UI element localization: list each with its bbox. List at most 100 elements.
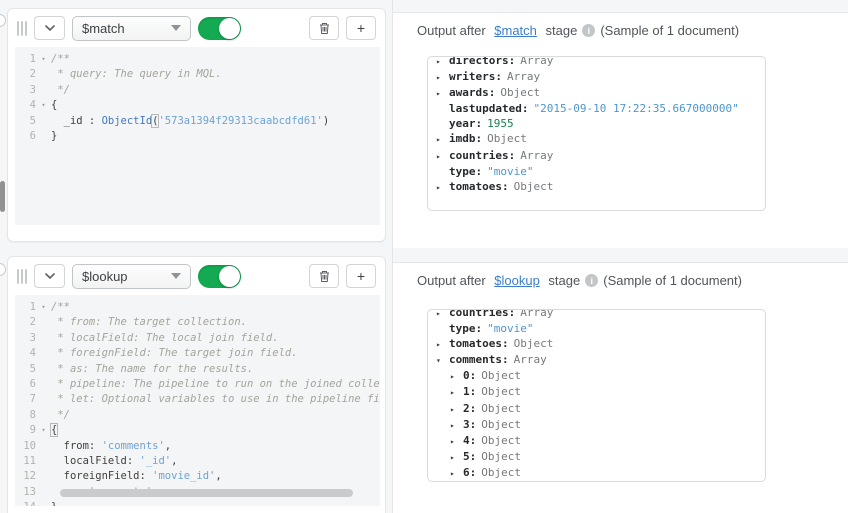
expand-caret-icon[interactable]: ▸ — [436, 56, 449, 69]
document-field-row: ▸awards:Object — [436, 85, 755, 101]
expand-caret-icon[interactable]: ▸ — [436, 86, 449, 101]
code-line[interactable]: 1▾/** — [15, 52, 380, 67]
toggle-knob — [219, 18, 240, 39]
code-line[interactable]: 2 * query: The query in MQL. — [15, 67, 380, 82]
stage-code-editor[interactable]: 1▾/**2 * query: The query in MQL.3 */4▾{… — [15, 47, 380, 225]
field-name: 1: — [463, 384, 476, 399]
code-fold-icon[interactable]: ▾ — [36, 423, 51, 438]
stage-doc-link[interactable]: $match — [494, 23, 537, 38]
code-line[interactable]: 8 */ — [15, 408, 380, 423]
stage-doc-link[interactable]: $lookup — [494, 273, 540, 288]
code-fold-gap — [36, 454, 51, 469]
field-value: "movie" — [487, 164, 533, 179]
expand-caret-icon[interactable]: ▸ — [436, 337, 449, 352]
expand-caret-icon[interactable]: ▸ — [436, 70, 449, 85]
expand-caret-icon[interactable]: ▸ — [450, 434, 463, 449]
output-header-prefix: Output after — [417, 23, 489, 38]
line-number: 11 — [15, 454, 36, 469]
dropdown-caret-icon — [171, 25, 181, 31]
field-name: 3: — [463, 417, 476, 432]
stage-enabled-toggle[interactable] — [198, 17, 241, 40]
field-value: "movie" — [487, 321, 533, 336]
field-value: Object — [481, 384, 521, 399]
code-text: * from: The target collection. — [51, 315, 247, 330]
field-value: Object — [500, 85, 540, 100]
expand-caret-icon[interactable]: ▸ — [450, 418, 463, 433]
sample-document-card: ▸directors:Array▸writers:Array▸awards:Ob… — [427, 56, 766, 211]
code-fold-gap — [36, 362, 51, 377]
add-stage-button[interactable]: + — [346, 16, 376, 40]
field-value: Object — [481, 433, 521, 448]
code-fold-icon[interactable]: ▾ — [36, 98, 51, 113]
field-name: writers: — [449, 69, 502, 84]
expand-caret-icon[interactable]: ▾ — [436, 353, 449, 368]
code-fold-gap — [36, 331, 51, 346]
stage-operator-select[interactable]: $match — [72, 16, 191, 41]
collapsed-add-stage-handle[interactable] — [0, 14, 6, 27]
collapse-stage-button[interactable] — [34, 264, 65, 288]
code-line[interactable]: 10 from: 'comments', — [15, 439, 380, 454]
expand-caret-icon[interactable]: ▸ — [436, 132, 449, 147]
code-text: /** — [51, 300, 70, 315]
drag-handle-icon[interactable] — [17, 269, 27, 284]
stage-enabled-toggle[interactable] — [198, 265, 241, 288]
code-line[interactable]: 6} — [15, 129, 380, 144]
expand-caret-icon[interactable]: ▸ — [450, 369, 463, 384]
code-line[interactable]: 7 * let: Optional variables to use in th… — [15, 392, 380, 407]
pipeline-stages-column: $match + 1▾/**2 * query: The query in MQ… — [0, 0, 393, 513]
field-name: 6: — [463, 465, 476, 480]
code-line[interactable]: 4▾{ — [15, 98, 380, 113]
delete-stage-button[interactable] — [309, 264, 339, 288]
code-line[interactable]: 6 * pipeline: The pipeline to run on the… — [15, 377, 380, 392]
info-icon[interactable]: i — [585, 274, 598, 287]
code-text: * pipeline: The pipeline to run on the j… — [51, 377, 380, 392]
stage-operator-label: $match — [82, 21, 125, 36]
line-number: 12 — [15, 469, 36, 484]
expand-caret-icon[interactable]: ▸ — [450, 402, 463, 417]
expand-caret-icon[interactable]: ▸ — [436, 149, 449, 164]
code-fold-gap — [36, 500, 51, 506]
code-fold-icon[interactable]: ▾ — [36, 300, 51, 315]
expand-caret-icon[interactable]: ▸ — [450, 450, 463, 465]
code-line[interactable]: 1▾/** — [15, 300, 380, 315]
drag-handle-icon[interactable] — [17, 21, 27, 36]
expand-caret-icon[interactable]: ▸ — [450, 385, 463, 400]
pipeline-scrollbar-thumb[interactable] — [0, 181, 5, 212]
editor-horizontal-scrollbar[interactable] — [60, 489, 353, 497]
stage-operator-select[interactable]: $lookup — [72, 264, 191, 289]
field-value: Object — [481, 417, 521, 432]
plus-icon: + — [357, 268, 365, 284]
code-fold-gap — [36, 377, 51, 392]
stage-code-editor[interactable]: 1▾/**2 * from: The target collection.3 *… — [15, 295, 380, 506]
code-line[interactable]: 3 * localField: The local join field. — [15, 331, 380, 346]
add-stage-button[interactable]: + — [346, 264, 376, 288]
field-name: tomatoes: — [449, 179, 509, 194]
collapsed-add-stage-handle[interactable] — [0, 263, 6, 276]
code-line[interactable]: 3 */ — [15, 83, 380, 98]
code-line[interactable]: 14} — [15, 500, 380, 506]
output-header: Output after $match stagei(Sample of 1 d… — [393, 13, 848, 38]
code-line[interactable]: 11 localField: '_id', — [15, 454, 380, 469]
code-line[interactable]: 5 _id : ObjectId('573a1394f29313caabcdfd… — [15, 114, 380, 129]
code-line[interactable]: 2 * from: The target collection. — [15, 315, 380, 330]
code-text: */ — [51, 83, 70, 98]
code-line[interactable]: 9▾{ — [15, 423, 380, 438]
code-line[interactable]: 5 * as: The name for the results. — [15, 362, 380, 377]
line-number: 5 — [15, 362, 36, 377]
line-number: 14 — [15, 500, 36, 506]
field-value: Array — [520, 56, 553, 68]
expand-caret-icon[interactable]: ▸ — [436, 180, 449, 195]
expand-caret-icon[interactable]: ▸ — [450, 466, 463, 481]
code-line[interactable]: 4 * foreignField: The target join field. — [15, 346, 380, 361]
sample-document-card: ▸countries:Arraytype:"movie"▸tomatoes:Ob… — [427, 309, 766, 482]
code-fold-gap — [36, 485, 51, 500]
code-fold-gap — [36, 469, 51, 484]
code-line[interactable]: 12 foreignField: 'movie_id', — [15, 469, 380, 484]
delete-stage-button[interactable] — [309, 16, 339, 40]
info-icon[interactable]: i — [582, 24, 595, 37]
code-fold-icon[interactable]: ▾ — [36, 52, 51, 67]
field-name: imdb: — [449, 131, 482, 146]
expand-caret-icon[interactable]: ▸ — [436, 309, 449, 321]
collapse-stage-button[interactable] — [34, 16, 65, 40]
line-number: 8 — [15, 408, 36, 423]
